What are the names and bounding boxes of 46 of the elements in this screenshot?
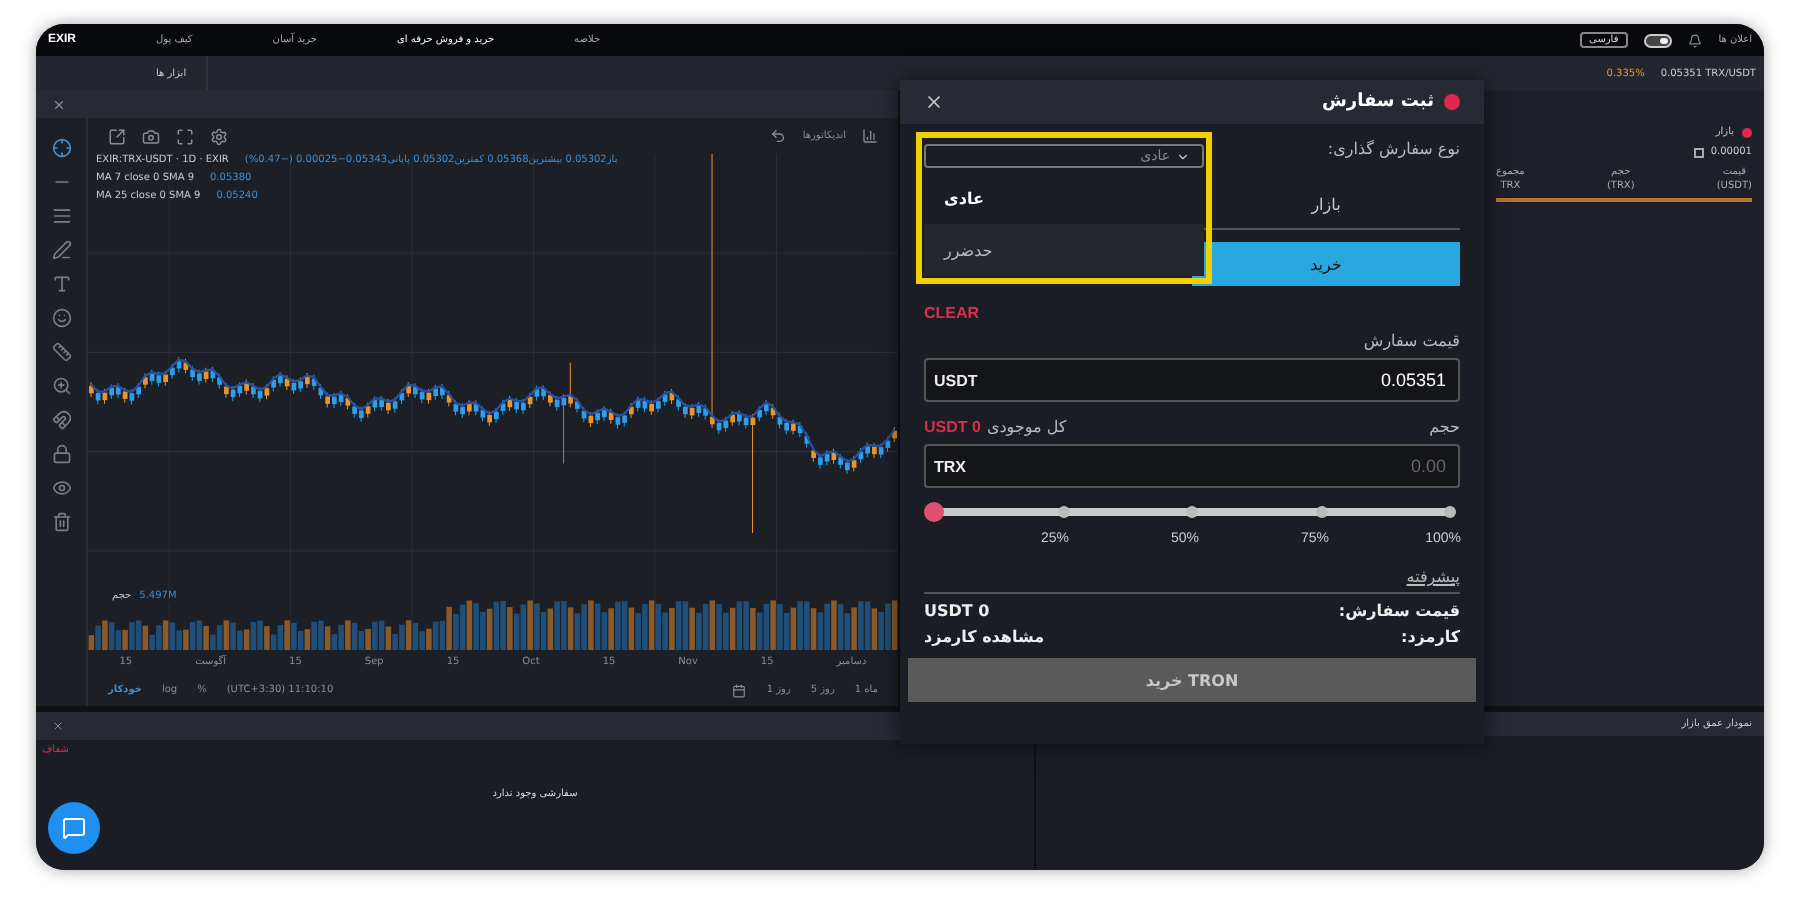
dropdown-option[interactable]: حدضرر: [924, 224, 1204, 276]
theme-toggle[interactable]: [1644, 33, 1673, 47]
crosshair-icon[interactable]: [51, 138, 71, 158]
checkbox[interactable]: [1694, 147, 1705, 157]
bar-chart-icon[interactable]: [862, 128, 878, 144]
clear-link[interactable]: CLEAR: [924, 304, 980, 322]
zoom-icon[interactable]: [51, 376, 71, 396]
slider-thumb[interactable]: [924, 502, 944, 522]
close-icon[interactable]: [52, 97, 66, 111]
amount-input[interactable]: 0.00: [1210, 454, 1450, 478]
caret-icon: [1176, 149, 1190, 163]
price-input[interactable]: 0.05351: [1210, 368, 1450, 392]
ruler-icon[interactable]: [51, 342, 71, 362]
advanced-link[interactable]: پیشرفته: [1406, 568, 1460, 586]
fullscreen-icon[interactable]: [176, 127, 194, 145]
dialog-title: ثبت سفارش: [1321, 92, 1434, 112]
price-label: قیمت سفارش: [1363, 332, 1460, 350]
calendar-icon[interactable]: [732, 683, 747, 697]
text-icon[interactable]: [51, 274, 71, 294]
chat-button[interactable]: [48, 802, 100, 854]
lines-icon[interactable]: [51, 206, 71, 226]
amount-label: حجم: [1429, 418, 1460, 436]
lock-icon[interactable]: [51, 444, 71, 464]
summary-value[interactable]: مشاهده کارمزد: [924, 628, 1045, 646]
summary-label: قیمت سفارش:: [1338, 602, 1460, 620]
pen-icon[interactable]: [51, 240, 71, 260]
magnet-icon[interactable]: [51, 410, 71, 430]
undo-icon[interactable]: [770, 128, 787, 144]
close-icon[interactable]: [52, 720, 64, 732]
open-window-icon[interactable]: [108, 127, 126, 145]
buy-tab[interactable]: خرید: [1192, 242, 1460, 286]
eye-icon[interactable]: [51, 478, 71, 498]
unit-label: TRX: [934, 457, 966, 475]
settings-icon[interactable]: [210, 127, 228, 145]
bell-icon[interactable]: [1688, 33, 1703, 47]
unit-label: USDT: [934, 371, 978, 389]
summary-label: کارمزد:: [1401, 628, 1460, 646]
summary-value: USDT 0: [924, 602, 990, 620]
chat-icon: [62, 816, 86, 840]
status-dot: [1742, 127, 1752, 137]
smile-icon[interactable]: [51, 308, 71, 328]
trash-icon[interactable]: [51, 512, 71, 532]
close-icon[interactable]: [924, 92, 944, 112]
camera-icon[interactable]: [142, 127, 160, 145]
amount-slider[interactable]: [924, 500, 1460, 524]
order-type-label: نوع سفارش گذاری:: [1327, 140, 1460, 158]
